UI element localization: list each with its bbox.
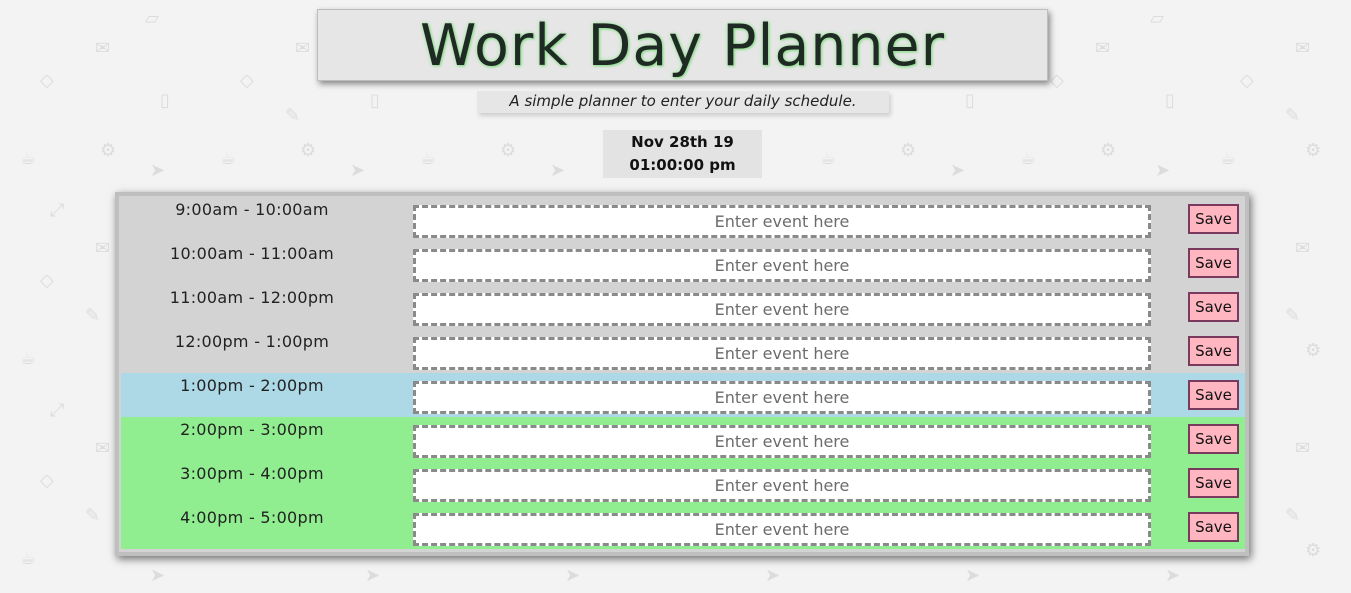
hour-label: 3:00pm - 4:00pm <box>180 464 324 483</box>
envelope-icon: ✉ <box>1295 38 1311 59</box>
tag-icon: ◇ <box>40 470 54 491</box>
save-button[interactable]: Save <box>1188 512 1239 542</box>
time-block-row: 4:00pm - 5:00pm Save <box>121 505 1245 549</box>
tag-icon: ◇ <box>240 70 254 91</box>
save-button[interactable]: Save <box>1188 380 1239 410</box>
send-icon: ➤ <box>150 565 166 586</box>
phone-icon: ▱ <box>1150 8 1164 29</box>
tag-icon: ◇ <box>1050 70 1064 91</box>
send-icon: ➤ <box>565 565 581 586</box>
envelope-icon: ✉ <box>1295 238 1311 259</box>
tag-icon: ◇ <box>40 70 54 91</box>
gear-icon: ⚙ <box>1305 140 1322 161</box>
pencil-icon: ✎ <box>1285 105 1301 126</box>
envelope-icon: ✉ <box>95 238 111 259</box>
expand-icon: ⤢ <box>50 400 65 421</box>
gear-icon: ⚙ <box>1100 140 1117 161</box>
header-banner: Work Day Planner <box>317 9 1048 81</box>
expand-icon: ⤢ <box>50 200 65 221</box>
page-subtitle: A simple planner to enter your daily sch… <box>509 92 857 110</box>
hour-label: 4:00pm - 5:00pm <box>180 508 324 527</box>
event-input[interactable] <box>413 205 1151 238</box>
tablet-icon: ▯ <box>160 90 170 111</box>
event-input[interactable] <box>413 337 1151 370</box>
current-datetime: Nov 28th 19 01:00:00 pm <box>603 130 762 178</box>
envelope-icon: ✉ <box>95 38 111 59</box>
save-button[interactable]: Save <box>1188 204 1239 234</box>
pencil-icon: ✎ <box>85 305 101 326</box>
cup-icon: ☕ <box>20 348 37 369</box>
planner-container: 9:00am - 10:00am Save 10:00am - 11:00am … <box>115 192 1249 556</box>
save-button[interactable]: Save <box>1188 248 1239 278</box>
gear-icon: ⚙ <box>900 140 917 161</box>
hour-label: 2:00pm - 3:00pm <box>180 420 324 439</box>
time-block-row: 9:00am - 10:00am Save <box>121 197 1245 241</box>
time-block-row: 2:00pm - 3:00pm Save <box>121 417 1245 461</box>
send-icon: ➤ <box>150 160 166 181</box>
cup-icon: ☕ <box>20 548 37 569</box>
phone-icon: ▱ <box>145 8 159 29</box>
gear-icon: ⚙ <box>100 140 117 161</box>
time-block-row: 3:00pm - 4:00pm Save <box>121 461 1245 505</box>
tag-icon: ◇ <box>40 270 54 291</box>
envelope-icon: ✉ <box>1295 438 1311 459</box>
tablet-icon: ▯ <box>370 90 380 111</box>
gear-icon: ⚙ <box>300 140 317 161</box>
hour-label: 10:00am - 11:00am <box>169 244 335 263</box>
subtitle-banner: A simple planner to enter your daily sch… <box>477 91 889 113</box>
hour-label: 1:00pm - 2:00pm <box>180 376 324 395</box>
event-input[interactable] <box>413 293 1151 326</box>
cup-icon: ☕ <box>1020 148 1037 169</box>
hour-label: 11:00am - 12:00pm <box>169 288 335 307</box>
envelope-icon: ✉ <box>1095 38 1111 59</box>
event-input[interactable] <box>413 425 1151 458</box>
event-input[interactable] <box>413 513 1151 546</box>
send-icon: ➤ <box>1165 565 1181 586</box>
send-icon: ➤ <box>365 565 381 586</box>
event-input[interactable] <box>413 249 1151 282</box>
send-icon: ➤ <box>350 160 366 181</box>
event-input[interactable] <box>413 469 1151 502</box>
pencil-icon: ✎ <box>1285 305 1301 326</box>
pencil-icon: ✎ <box>85 505 101 526</box>
cup-icon: ☕ <box>420 148 437 169</box>
time-block-row: 1:00pm - 2:00pm Save <box>121 373 1245 417</box>
save-button[interactable]: Save <box>1188 424 1239 454</box>
save-button[interactable]: Save <box>1188 292 1239 322</box>
envelope-icon: ✉ <box>95 438 111 459</box>
hour-label: 9:00am - 10:00am <box>175 200 329 219</box>
tablet-icon: ▯ <box>1165 90 1175 111</box>
event-input[interactable] <box>413 381 1151 414</box>
time-block-row: 12:00pm - 1:00pm Save <box>121 329 1245 373</box>
time-block-row: 10:00am - 11:00am Save <box>121 241 1245 285</box>
gear-icon: ⚙ <box>500 140 517 161</box>
save-button[interactable]: Save <box>1188 468 1239 498</box>
cup-icon: ☕ <box>20 148 37 169</box>
cup-icon: ☕ <box>820 148 837 169</box>
cup-icon: ☕ <box>1220 148 1237 169</box>
gear-icon: ⚙ <box>1305 340 1322 361</box>
save-button[interactable]: Save <box>1188 336 1239 366</box>
pencil-icon: ✎ <box>1285 505 1301 526</box>
tag-icon: ◇ <box>1240 70 1254 91</box>
send-icon: ➤ <box>1155 160 1171 181</box>
time-block-row: 11:00am - 12:00pm Save <box>121 285 1245 329</box>
hour-label: 12:00pm - 1:00pm <box>174 332 330 351</box>
tablet-icon: ▯ <box>965 90 975 111</box>
pencil-icon: ✎ <box>285 105 301 126</box>
current-date: Nov 28th 19 <box>631 133 734 151</box>
send-icon: ➤ <box>550 160 566 181</box>
gear-icon: ⚙ <box>1305 540 1322 561</box>
planner-rows: 9:00am - 10:00am Save 10:00am - 11:00am … <box>121 197 1245 552</box>
cup-icon: ☕ <box>220 148 237 169</box>
current-time: 01:00:00 pm <box>629 156 736 174</box>
page-title: Work Day Planner <box>419 13 946 79</box>
send-icon: ➤ <box>950 160 966 181</box>
envelope-icon: ✉ <box>295 38 311 59</box>
send-icon: ➤ <box>765 565 781 586</box>
send-icon: ➤ <box>965 565 981 586</box>
